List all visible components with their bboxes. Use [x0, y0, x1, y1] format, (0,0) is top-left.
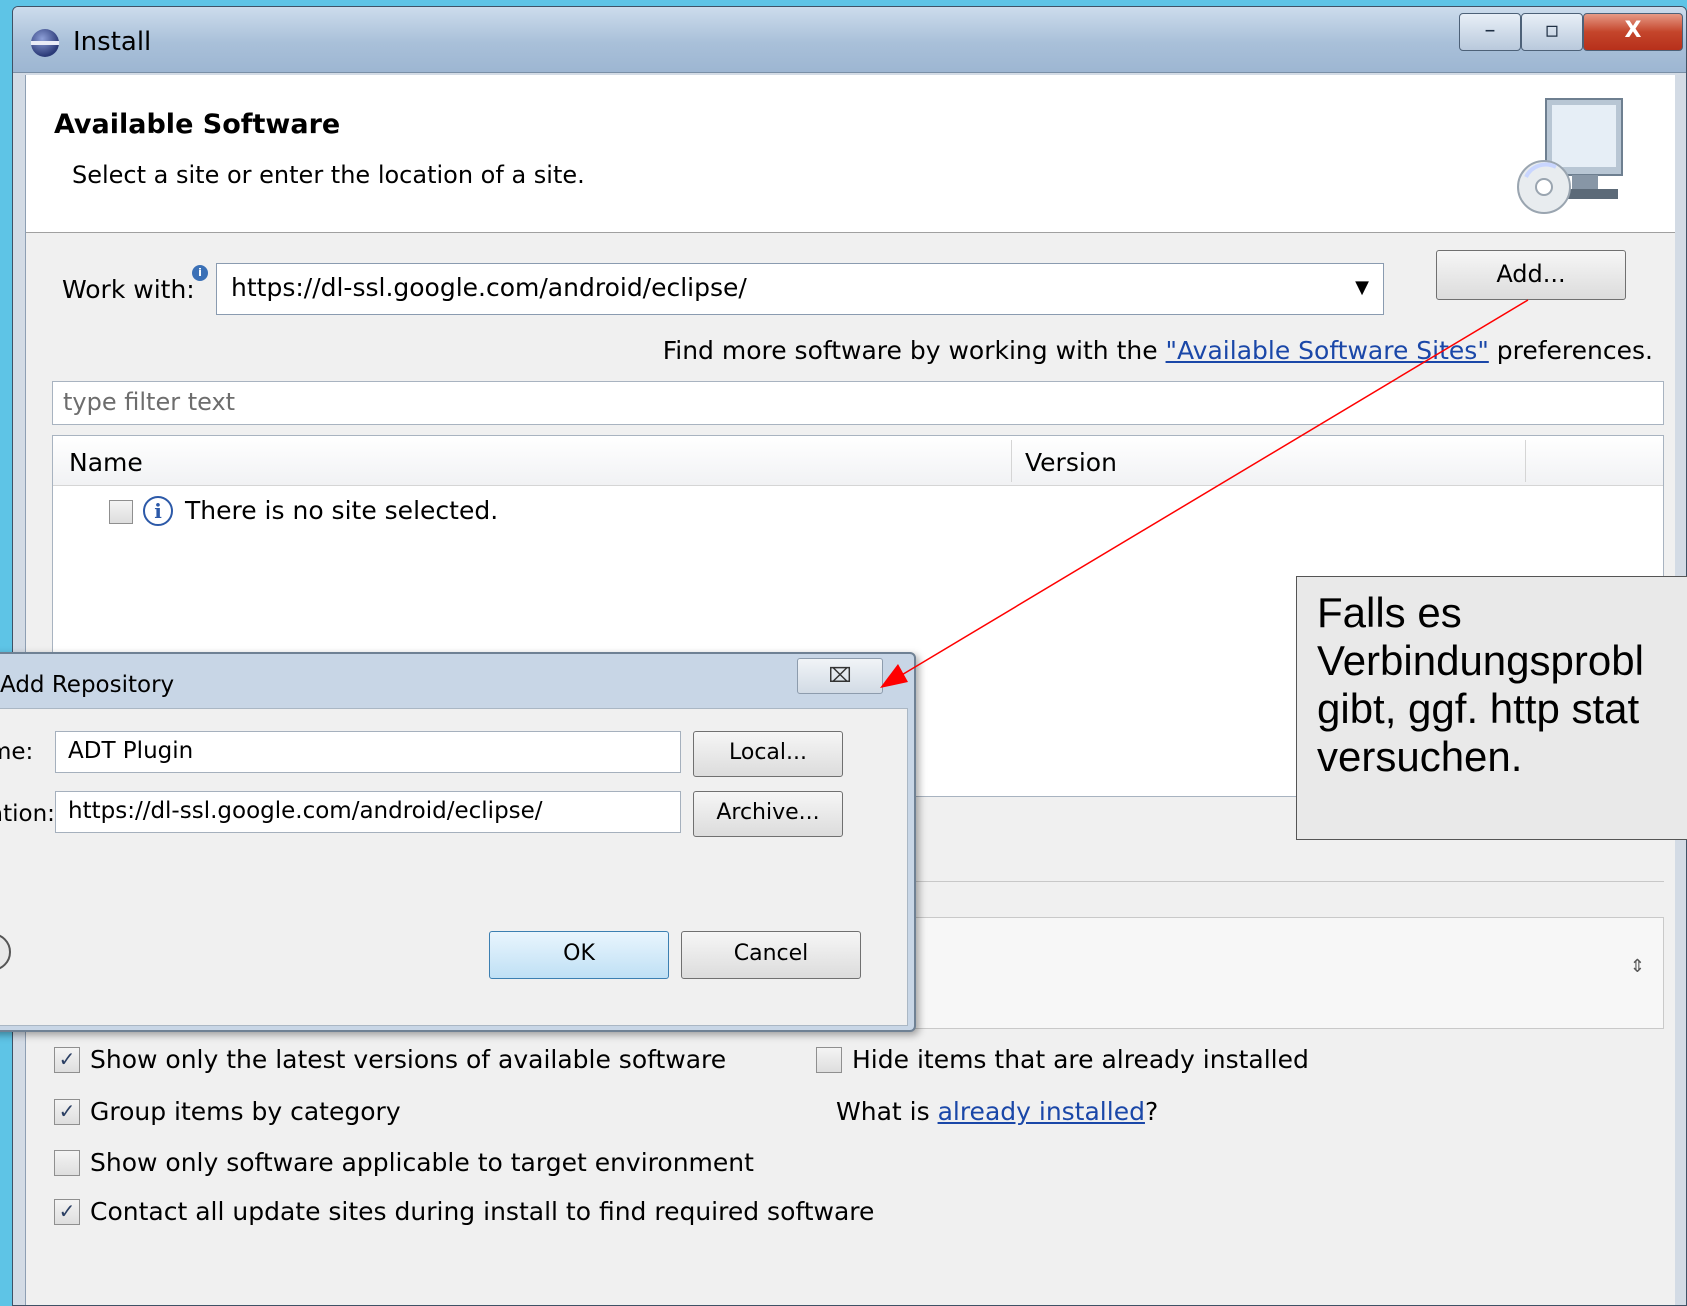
callout-line: Verbindungsprobl: [1317, 637, 1644, 684]
hide-installed-checkbox[interactable]: [816, 1047, 842, 1073]
column-separator[interactable]: [1011, 440, 1012, 482]
option-hide-installed[interactable]: Hide items that are already installed: [816, 1045, 1516, 1077]
dialog-close-button[interactable]: ⌧: [797, 658, 883, 694]
annotation-callout: Falls es Verbindungsprobl gibt, ggf. htt…: [1296, 576, 1687, 840]
group-category-label: Group items by category: [90, 1097, 401, 1126]
help-icon[interactable]: ?: [0, 933, 11, 971]
filter-input[interactable]: type filter text: [52, 381, 1664, 425]
option-show-latest[interactable]: ✓ Show only the latest versions of avail…: [54, 1045, 754, 1077]
name-input[interactable]: ADT Plugin: [55, 731, 681, 773]
find-more-prefix: Find more software by working with the: [662, 336, 1166, 365]
column-separator[interactable]: [1525, 440, 1526, 482]
tree-header: Name Version: [53, 436, 1663, 486]
close-button[interactable]: X: [1583, 13, 1683, 51]
wizard-header: Available Software Select a site or ente…: [26, 75, 1675, 233]
target-env-label: Show only software applicable to target …: [90, 1148, 754, 1177]
eclipse-icon: [31, 29, 59, 57]
find-more-suffix: preferences.: [1488, 336, 1653, 365]
tree-row-checkbox[interactable]: [109, 500, 133, 524]
add-repository-dialog[interactable]: Add Repository ⌧ me: ADT Plugin Local...…: [0, 652, 916, 1032]
group-category-checkbox[interactable]: ✓: [54, 1099, 80, 1125]
window-title: Install: [73, 27, 152, 57]
work-with-combo[interactable]: https://dl-ssl.google.com/android/eclips…: [216, 263, 1384, 315]
monitor-cd-icon: [1517, 98, 1623, 214]
show-latest-checkbox[interactable]: ✓: [54, 1047, 80, 1073]
option-contact-sites[interactable]: ✓ Contact all update sites during instal…: [54, 1197, 1054, 1229]
contact-sites-label: Contact all update sites during install …: [90, 1197, 875, 1226]
what-installed-prefix: What is: [836, 1097, 938, 1126]
what-installed-line: What is already installed?: [836, 1097, 1158, 1126]
hide-installed-label: Hide items that are already installed: [852, 1045, 1309, 1074]
chevron-down-icon[interactable]: ▼: [1355, 264, 1369, 312]
already-installed-link[interactable]: already installed: [938, 1097, 1145, 1126]
name-label: me:: [0, 739, 34, 765]
page-description: Select a site or enter the location of a…: [72, 161, 585, 189]
add-site-button[interactable]: Add...: [1436, 250, 1626, 300]
callout-line: versuchen.: [1317, 733, 1523, 780]
column-version[interactable]: Version: [1025, 448, 1117, 477]
target-env-checkbox[interactable]: [54, 1150, 80, 1176]
info-icon: i: [192, 265, 208, 281]
page-title: Available Software: [54, 109, 341, 140]
option-target-environment[interactable]: Show only software applicable to target …: [54, 1148, 954, 1180]
dialog-title: Add Repository: [0, 672, 175, 698]
callout-line: Falls es: [1317, 589, 1462, 636]
callout-line: gibt, ggf. http stat: [1317, 685, 1640, 732]
work-with-value: https://dl-ssl.google.com/android/eclips…: [231, 273, 747, 302]
contact-sites-checkbox[interactable]: ✓: [54, 1199, 80, 1225]
location-label: ation:: [0, 801, 55, 827]
dialog-body: me: ADT Plugin Local... ation: https://d…: [0, 708, 908, 1026]
column-name[interactable]: Name: [69, 448, 143, 477]
ok-button[interactable]: OK: [489, 931, 669, 979]
show-latest-label: Show only the latest versions of availab…: [90, 1045, 727, 1074]
title-bar[interactable]: Install – ▫ X: [13, 7, 1686, 73]
info-icon: i: [143, 496, 173, 526]
available-sites-link[interactable]: "Available Software Sites": [1166, 336, 1489, 365]
location-input[interactable]: https://dl-ssl.google.com/android/eclips…: [55, 791, 681, 833]
local-button[interactable]: Local...: [693, 731, 843, 777]
archive-button[interactable]: Archive...: [693, 791, 843, 837]
work-with-label: Work with:: [62, 275, 195, 304]
minimize-button[interactable]: –: [1459, 13, 1521, 51]
cancel-button[interactable]: Cancel: [681, 931, 861, 979]
option-group-category[interactable]: ✓ Group items by category: [54, 1097, 754, 1129]
maximize-button[interactable]: ▫: [1521, 13, 1583, 51]
scroll-arrows-icon[interactable]: ⇕: [1630, 956, 1645, 977]
tree-row-text: There is no site selected.: [185, 496, 499, 525]
what-installed-suffix: ?: [1144, 1097, 1159, 1126]
find-more-line: Find more software by working with the "…: [663, 336, 1653, 365]
